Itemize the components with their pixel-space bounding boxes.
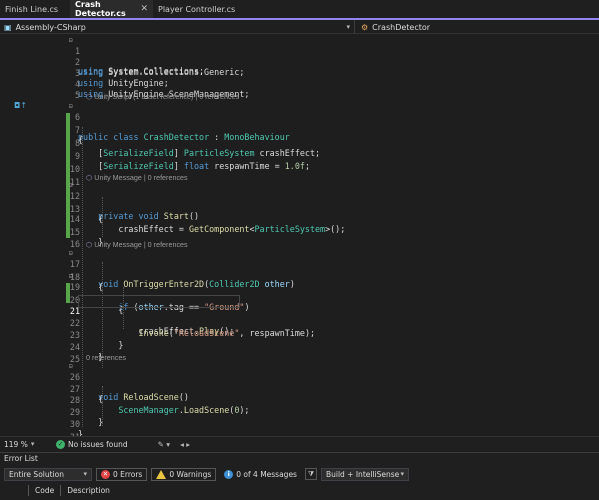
code-line: 17 ⊟ void OnTriggerEnter2D(Collider2D ot… <box>0 248 599 289</box>
issues-indicator[interactable]: ✓ No issues found <box>56 439 128 449</box>
column-separator <box>60 485 62 496</box>
errors-filter-button[interactable]: ✕ 0 Errors <box>96 467 148 481</box>
type-dropdown[interactable]: ⚙ CrashDetector <box>355 20 599 34</box>
code-line: 19 ⊟ if (other.tag == "Ground") <box>0 271 599 312</box>
close-icon[interactable]: ✕ <box>140 4 148 14</box>
error-list-header: Code Description <box>0 484 599 497</box>
scope-dropdown[interactable]: Entire Solution ▾ <box>4 467 92 481</box>
code-line: 14 crashEffect = GetComponent<ParticleSy… <box>0 203 599 234</box>
chevron-down-icon: ▾ <box>346 23 350 31</box>
messages-filter-button[interactable]: i 0 of 4 Messages <box>220 468 301 481</box>
chevron-down-icon: ▾ <box>400 470 404 478</box>
tab-player-controller[interactable]: Player Controller.cs <box>153 0 240 18</box>
warnings-filter-button[interactable]: 0 Warnings <box>151 467 217 481</box>
collapse-icon[interactable]: ⊟ <box>69 273 73 280</box>
scope-value: Entire Solution <box>9 469 64 479</box>
column-header-code[interactable]: Code <box>35 486 54 495</box>
column-separator <box>28 485 29 496</box>
code-line: 9 [SerializeField] float respawnTime = 1… <box>0 140 599 171</box>
chevron-down-icon: ▾ <box>30 440 35 448</box>
zoom-dropdown[interactable]: 119 % ▾ <box>0 440 36 449</box>
build-source-value: Build + IntelliSense <box>325 469 400 479</box>
tab-label: Finish Line.cs <box>5 4 59 14</box>
unity-icon: ⬡ <box>86 92 93 101</box>
issues-text: No issues found <box>68 439 128 449</box>
code-line: 8 [SerializeField] ParticleSystem crashE… <box>0 127 599 158</box>
error-icon: ✕ <box>101 469 110 479</box>
code-cleanup-icon[interactable]: ✎ ▾ <box>158 440 170 449</box>
navigation-bar: ▣ Assembly-CSharp ▾ ⚙ CrashDetector <box>0 20 599 34</box>
zoom-level: 119 % <box>4 439 28 449</box>
collapse-icon[interactable]: ⊟ <box>69 182 73 189</box>
tab-crash-detector[interactable]: Crash Detector.cs ✕ <box>70 0 153 18</box>
code-line: 30 } <box>0 408 599 439</box>
error-list-panel: Error List Entire Solution ▾ ✕ 0 Errors … <box>0 452 599 500</box>
project-name: Assembly-CSharp <box>15 22 86 32</box>
messages-count: 0 of 4 Messages <box>236 469 297 479</box>
chevron-down-icon: ▾ <box>83 470 87 478</box>
warning-icon <box>156 469 167 479</box>
class-icon: ⚙ <box>361 22 369 32</box>
tab-finish-line[interactable]: Finish Line.cs <box>0 0 70 18</box>
error-list-toolbar: Entire Solution ▾ ✕ 0 Errors 0 Warnings … <box>0 466 599 482</box>
info-icon: i <box>224 469 234 479</box>
warnings-count: 0 Warnings <box>169 469 212 479</box>
code-line: 7 { <box>0 114 599 145</box>
navigate-arrows-icon[interactable]: ◂ ▸ <box>180 440 190 449</box>
filter-icon[interactable]: ⧩ <box>304 468 317 480</box>
tab-bar: Finish Line.cs Crash Detector.cs ✕ Playe… <box>0 0 599 20</box>
column-header-description[interactable]: Description <box>67 486 110 495</box>
collapse-icon[interactable]: ⊟ <box>69 37 73 44</box>
code-line: 31 <box>0 421 599 442</box>
code-line: 12 ⊟ private void Start() <box>0 180 599 221</box>
code-line: 6 ⊟ public class CrashDetector : MonoBeh… <box>0 101 599 142</box>
errors-count: 0 Errors <box>113 469 143 479</box>
panel-title: Error List <box>4 454 38 463</box>
check-circle-icon: ✓ <box>56 439 65 449</box>
code-editor[interactable]: ◘↑ 1 ⊟ using System.Collections; 2 using… <box>0 35 599 442</box>
collapse-icon[interactable]: ⊟ <box>69 363 73 370</box>
code-line: 10 <box>0 153 599 174</box>
class-name: CrashDetector <box>372 22 431 32</box>
tab-label: Crash Detector.cs <box>75 0 126 18</box>
build-source-dropdown[interactable]: Build + IntelliSense ▾ <box>320 467 409 481</box>
tab-label: Player Controller.cs <box>158 4 236 14</box>
csharp-project-icon: ▣ <box>4 22 12 32</box>
project-dropdown[interactable]: ▣ Assembly-CSharp ▾ <box>0 20 355 34</box>
editor-status-bar: 119 % ▾ ✓ No issues found ✎ ▾ ◂ ▸ <box>0 436 599 451</box>
collapse-icon[interactable]: ⊟ <box>69 103 73 110</box>
collapse-icon[interactable]: ⊟ <box>69 250 73 257</box>
